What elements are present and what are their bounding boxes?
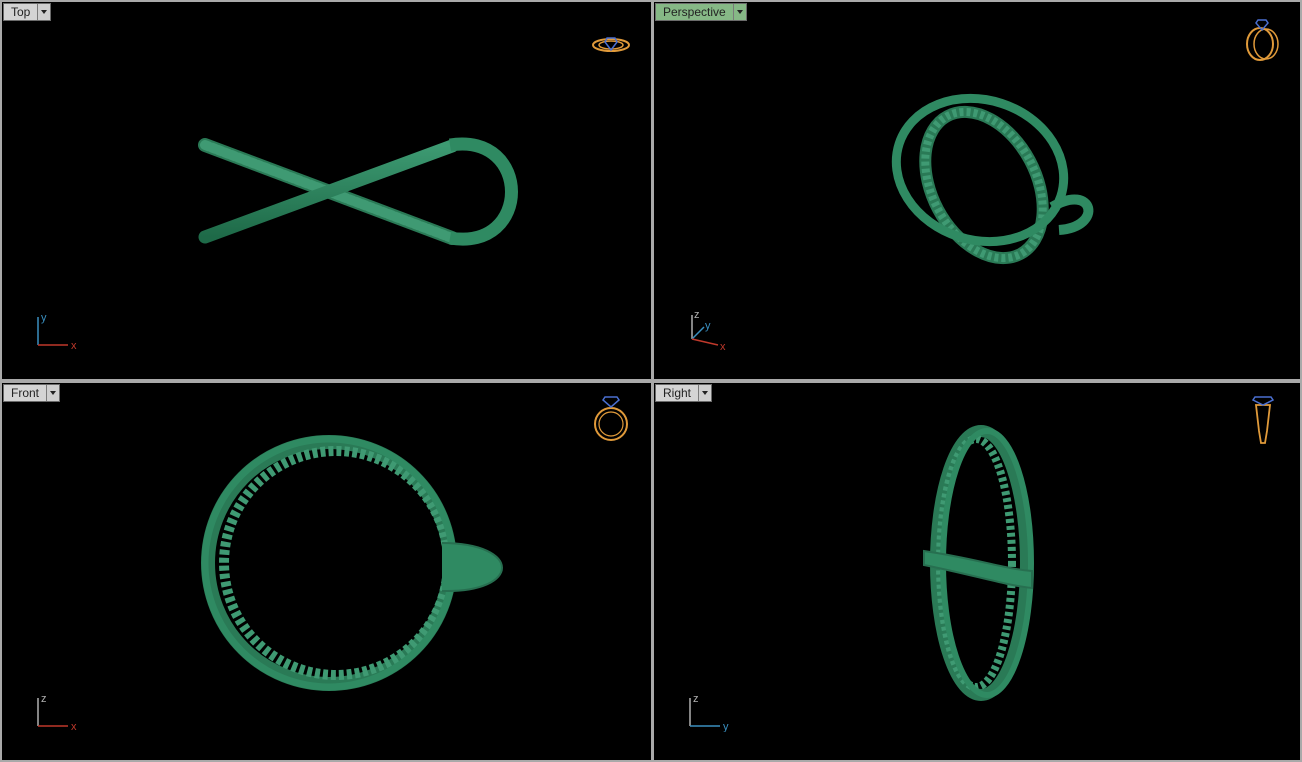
svg-text:z: z: [694, 309, 700, 321]
axis-indicator-icon: z x: [37, 693, 77, 732]
viewport-perspective[interactable]: Perspective z y x: [654, 2, 1300, 379]
svg-text:x: x: [720, 341, 726, 351]
svg-text:y: y: [41, 312, 47, 324]
axis-indicator-icon: z y x: [691, 309, 726, 351]
svg-text:z: z: [41, 693, 47, 705]
ring-model-front[interactable]: [2, 383, 651, 760]
svg-text:y: y: [723, 721, 729, 732]
ring-model-right[interactable]: [654, 383, 1300, 760]
svg-text:x: x: [71, 340, 77, 351]
axis-indicator-icon: z y: [689, 693, 729, 732]
svg-text:y: y: [705, 320, 711, 332]
svg-text:x: x: [71, 721, 77, 732]
svg-text:z: z: [693, 693, 699, 705]
ring-model-top[interactable]: [2, 2, 651, 379]
ring-model-perspective[interactable]: [654, 2, 1300, 379]
viewport-right[interactable]: Right z y: [654, 383, 1300, 760]
viewport-front[interactable]: Front z x: [2, 383, 651, 760]
viewport-top[interactable]: Top y x: [2, 2, 651, 379]
axis-indicator-icon: y x: [37, 312, 77, 351]
